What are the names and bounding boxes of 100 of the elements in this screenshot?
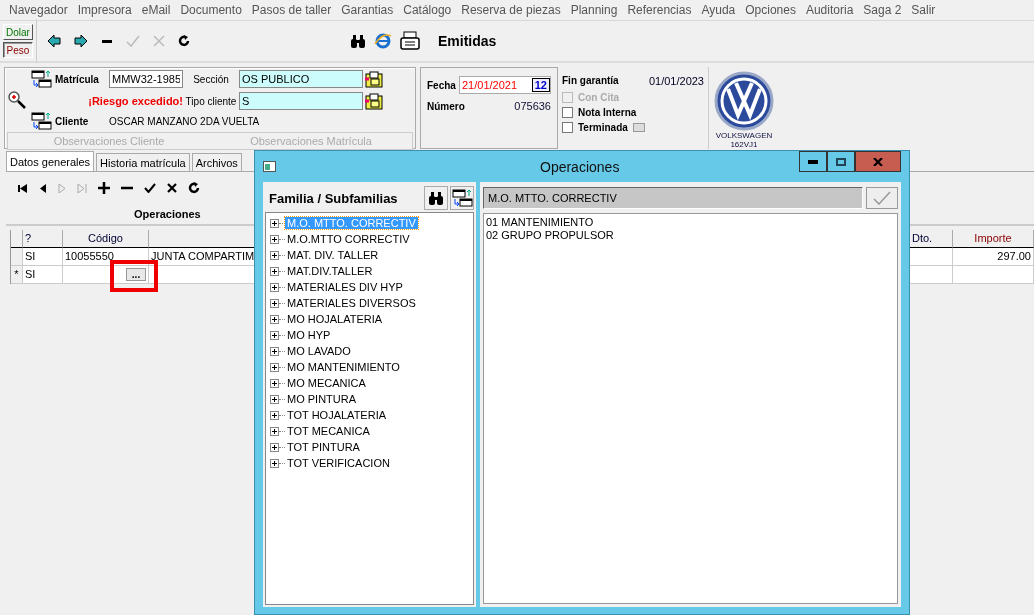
folder-icon[interactable] xyxy=(365,92,383,110)
expand-toggle[interactable] xyxy=(270,282,279,292)
menu-item[interactable]: Impresora xyxy=(72,3,137,17)
browser-icon[interactable] xyxy=(374,32,392,50)
tree-item[interactable]: MATERIALES DIVERSOS xyxy=(285,297,418,309)
filter-field: M.O. MTTO. CORRECTIV xyxy=(483,187,863,209)
expand-toggle[interactable] xyxy=(270,378,279,388)
tree-item[interactable]: M.O.MTTO CORRECTIV xyxy=(285,233,412,245)
close-button[interactable] xyxy=(855,151,901,172)
car-brand-logo-icon xyxy=(714,71,774,131)
right-arrow-icon[interactable] xyxy=(74,35,88,47)
previous-record-icon[interactable] xyxy=(39,183,47,193)
tab[interactable]: Historia matrícula xyxy=(96,153,190,171)
tree-item[interactable]: MO MANTENIMIENTO xyxy=(285,361,402,373)
plus-icon[interactable] xyxy=(98,182,110,194)
column-header: Código xyxy=(63,230,149,248)
menu-item[interactable]: eMail xyxy=(136,3,176,17)
dialog-title: Operaciones xyxy=(540,158,620,175)
table-cell: 297.00 xyxy=(953,248,1034,266)
currency-button[interactable]: Peso xyxy=(3,42,33,58)
expand-toggle[interactable] xyxy=(270,458,279,468)
checkbox[interactable] xyxy=(562,122,573,133)
menu-item[interactable]: Saga 2 xyxy=(858,3,907,17)
maximize-button[interactable] xyxy=(827,151,855,172)
expand-toggle[interactable] xyxy=(270,346,279,356)
refresh-icon[interactable] xyxy=(188,182,200,194)
list-item[interactable]: 01 MANTENIMIENTO xyxy=(486,216,895,229)
magnifier-icon[interactable] xyxy=(7,90,27,110)
expand-toggle[interactable] xyxy=(270,234,279,244)
tree-item[interactable]: TOT HOJALATERIA xyxy=(285,409,389,421)
menu-item[interactable]: Catálogo xyxy=(398,3,457,17)
table-cell[interactable]: ... xyxy=(63,266,149,284)
expand-toggle[interactable] xyxy=(270,362,279,372)
matricula-field[interactable]: MMW32-1985 xyxy=(109,70,183,88)
tree-item[interactable]: MO PINTURA xyxy=(285,393,359,405)
left-arrow-icon[interactable] xyxy=(47,35,61,47)
document-title: Emitidas xyxy=(438,33,497,49)
tab[interactable]: Archivos xyxy=(191,153,242,171)
tree-item[interactable]: MAT. DIV. TALLER xyxy=(285,249,381,261)
tree-item[interactable]: MO LAVADO xyxy=(285,345,353,357)
plus-icon xyxy=(271,251,278,259)
row-selector-header xyxy=(11,230,23,248)
menu-item[interactable]: Salir xyxy=(906,3,941,17)
seccion-field[interactable]: OS PUBLICO xyxy=(239,70,363,88)
menu-item[interactable]: Reserva de piezas xyxy=(456,3,566,17)
tree-item[interactable]: TOT PINTURA xyxy=(285,441,362,453)
checkbox[interactable] xyxy=(562,107,573,118)
cross-icon[interactable] xyxy=(167,183,177,193)
first-record-icon[interactable] xyxy=(18,183,28,193)
tab[interactable]: Datos generales xyxy=(6,151,95,171)
tree-item[interactable]: MO MECANICA xyxy=(285,377,368,389)
expand-toggle[interactable] xyxy=(270,250,279,260)
expand-toggle[interactable] xyxy=(270,266,279,276)
expand-toggle[interactable] xyxy=(270,426,279,436)
check-icon[interactable] xyxy=(144,183,156,193)
tree-item[interactable]: MAT.DIV.TALLER xyxy=(285,265,375,277)
expand-toggle[interactable] xyxy=(270,330,279,340)
check-icon[interactable] xyxy=(126,35,140,47)
plus-icon xyxy=(271,363,278,371)
menu-item[interactable]: Auditoria xyxy=(800,3,859,17)
swap-windows-icon[interactable] xyxy=(31,112,52,130)
ellipsis-button[interactable]: ... xyxy=(126,268,146,281)
menu-item[interactable]: Referencias xyxy=(622,3,697,17)
binoculars-icon[interactable] xyxy=(350,34,366,48)
menu-item[interactable]: Navegador xyxy=(4,3,73,17)
menu-item[interactable]: Planning xyxy=(565,3,623,17)
column-header: Importe xyxy=(953,230,1034,248)
expand-toggle[interactable] xyxy=(270,298,279,308)
minimize-icon xyxy=(808,159,818,164)
expand-toggle[interactable] xyxy=(270,314,279,324)
tree-item[interactable]: TOT VERIFICACION xyxy=(285,457,392,469)
expand-toggle[interactable] xyxy=(270,218,279,228)
expand-toggle[interactable] xyxy=(270,410,279,420)
menu-item[interactable]: Garantias xyxy=(336,3,399,17)
menu-item[interactable]: Pasos de taller xyxy=(246,3,337,17)
printer-icon[interactable] xyxy=(400,31,420,51)
tree-item[interactable]: MATERIALES DIV HYP xyxy=(285,281,405,293)
tree-item[interactable]: MO HYP xyxy=(285,329,333,341)
menu-item[interactable]: Documento xyxy=(175,3,247,17)
refresh-icon[interactable] xyxy=(178,35,190,47)
list-item[interactable]: 02 GRUPO PROPULSOR xyxy=(486,229,895,242)
search-button[interactable] xyxy=(424,186,448,210)
expand-toggle[interactable] xyxy=(270,394,279,404)
plus-icon xyxy=(271,299,278,307)
tipo-cliente-field[interactable]: S xyxy=(239,92,363,110)
tree-item[interactable]: TOT MECANICA xyxy=(285,425,372,437)
maximize-icon xyxy=(836,157,846,166)
tree-item[interactable]: MO HOJALATERIA xyxy=(285,313,385,325)
table-cell: SI xyxy=(23,266,63,284)
expand-toggle[interactable] xyxy=(270,442,279,452)
swap-windows-icon[interactable] xyxy=(31,70,52,88)
minimize-button[interactable] xyxy=(799,151,827,172)
folder-icon[interactable] xyxy=(365,70,383,88)
menu-item[interactable]: Opciones xyxy=(740,3,801,17)
calendar-button[interactable]: 12 xyxy=(531,78,550,92)
date-field[interactable]: 21/01/2021 12 xyxy=(459,76,551,94)
currency-button[interactable]: Dolar xyxy=(3,24,33,40)
swap-button[interactable] xyxy=(450,186,474,210)
row-selector[interactable]: * xyxy=(11,266,23,284)
menu-item[interactable]: Ayuda xyxy=(696,3,741,17)
